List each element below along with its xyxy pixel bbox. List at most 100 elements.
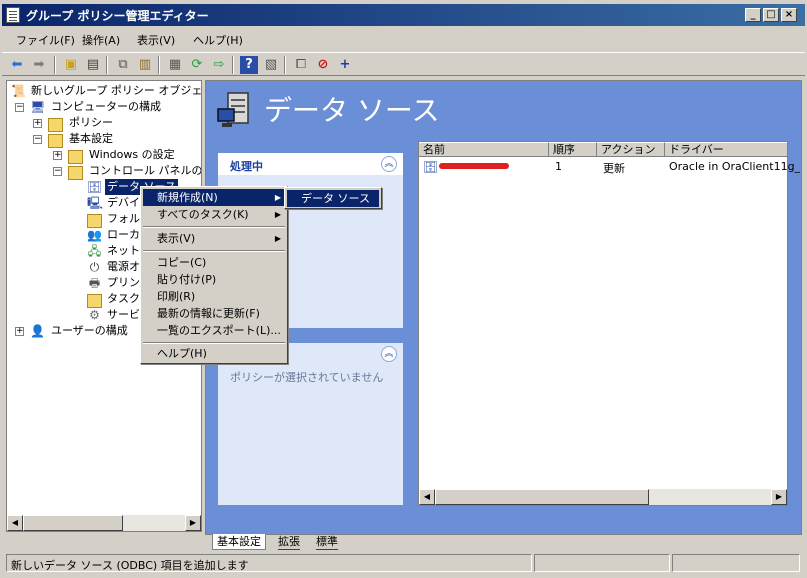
scroll-thumb[interactable] [435,489,649,505]
menu-separator [143,342,285,344]
minimize-button[interactable]: _ [745,8,761,22]
menu-item-label: 表示(V) [157,232,196,245]
forward-arrow-icon[interactable]: ➡ [30,56,48,74]
tree-node-label: ポリシー [69,116,113,129]
row-action: 更新 [603,162,625,175]
tree-node-label: Windows の設定 [89,148,175,161]
menu-item-help[interactable]: ヘルプ(H) [143,345,285,362]
menu-item-copy[interactable]: コピー(C) [143,254,285,271]
collapse-up-icon[interactable]: ︽ [381,156,397,172]
scroll-right-icon[interactable]: ▶ [185,515,201,531]
back-arrow-icon[interactable]: ⬅ [8,56,26,74]
column-driver[interactable]: ドライバー [665,142,787,157]
paste-icon[interactable]: ▥ [136,56,154,74]
tab-standard[interactable]: 標準 [316,534,338,550]
processing-panel-header[interactable]: 処理中 ︽ [218,153,403,175]
data-source-icon: 🗄 [87,180,103,194]
menu-item-label: 新規作成(N) [157,191,218,204]
gpo-editor-app-icon [6,7,20,23]
menu-help[interactable]: ヘルプ(H) [193,32,243,48]
new-item-icon[interactable]: ⧠ [292,56,310,74]
tree-node-label: 基本設定 [69,132,113,145]
printer-icon: 🖶 [88,276,101,290]
status-text-panel: 新しいデータ ソース (ODBC) 項目を追加します [6,554,532,572]
folder-icon [48,134,63,148]
toolbar-separator [284,56,286,74]
tree-horizontal-scrollbar[interactable]: ◀ ▶ [7,515,201,531]
tree-node-label: ローカ [107,228,140,241]
menu-file[interactable]: ファイル(F) [16,32,75,48]
folder-icon [68,150,83,164]
column-order[interactable]: 順序 [549,142,597,157]
collapse-icon[interactable]: − [33,135,42,144]
context-menu: 新規作成(N) ▶ すべてのタスク(K) ▶ 表示(V) ▶ コピー(C) 貼り… [140,186,288,364]
close-button[interactable]: × [781,8,797,22]
expand-icon[interactable]: + [15,327,24,336]
task-icon [87,294,102,308]
menu-item-new[interactable]: 新規作成(N) ▶ [143,189,285,206]
description-panel: ︽ ポリシーが選択されていません [218,343,403,505]
column-name[interactable]: 名前 [419,142,549,157]
stop-icon[interactable]: ⊘ [314,56,332,74]
menu-item-paste[interactable]: 貼り付け(P) [143,271,285,288]
scroll-icon: 📜 [11,84,26,98]
title-bar[interactable]: グループ ポリシー管理エディター _ □ × [2,4,805,26]
tab-preferences[interactable]: 基本設定 [212,534,266,550]
submenu-arrow-icon: ▶ [274,193,281,202]
tree-node-label: コントロール パネルの設 [89,164,202,177]
show-hide-tree-icon[interactable]: ▤ [84,56,102,74]
scroll-left-icon[interactable]: ◀ [7,515,23,531]
properties-icon[interactable]: ▧ [262,56,280,74]
up-folder-icon[interactable]: ▣ [62,56,80,74]
menu-view[interactable]: 表示(V) [137,32,175,48]
processing-panel-title: 処理中 [230,160,263,173]
description-text: ポリシーが選択されていません [230,371,384,384]
list-horizontal-scrollbar[interactable]: ◀ ▶ [419,489,787,505]
collapse-icon[interactable]: − [53,167,62,176]
refresh-icon[interactable]: ⟳ [188,56,206,74]
copy-icon[interactable]: ⧉ [114,56,132,74]
column-action[interactable]: アクション [597,142,665,157]
gear-icon: ⚙ [89,308,100,322]
expand-icon[interactable]: + [53,151,62,160]
menu-action[interactable]: 操作(A) [82,32,120,48]
collapse-icon[interactable]: − [15,103,24,112]
tree-node-label: デバイ [107,196,140,209]
add-icon[interactable]: + [336,56,354,74]
submenu-item-data-source[interactable]: データ ソース [287,190,379,207]
new-submenu: データ ソース [284,187,382,209]
toolbar-separator [54,56,56,74]
tab-extended[interactable]: 拡張 [278,534,300,550]
computer-icon: 🖥 [30,100,46,114]
details-pane: データ ソース 処理中 ︽ ︽ ポリシーが選択されていません 名前 順序 アクシ… [205,80,802,535]
menu-item-print[interactable]: 印刷(R) [143,288,285,305]
tree-node-label: コンピューターの構成 [51,100,161,113]
expand-icon[interactable]: + [33,119,42,128]
tree-node-label: ユーザーの構成 [51,324,128,337]
scroll-thumb[interactable] [23,515,123,531]
tree-node-label: タスク [107,292,140,305]
menu-item-all-tasks[interactable]: すべてのタスク(K) ▶ [143,206,285,223]
scroll-left-icon[interactable]: ◀ [419,489,435,505]
collapse-up-icon[interactable]: ︽ [381,346,397,362]
menu-item-refresh[interactable]: 最新の情報に更新(F) [143,305,285,322]
menu-item-view[interactable]: 表示(V) ▶ [143,230,285,247]
menu-bar: ファイル(F) 操作(A) 表示(V) ヘルプ(H) [2,28,805,50]
control-panel-folder-icon [68,166,83,180]
users-icon: 👥 [87,228,102,242]
devices-icon: 🖳 [87,196,104,210]
items-list[interactable]: 名前 順序 アクション ドライバー 🗄 1 更新 Oracle in OraCl… [418,141,800,506]
toolbar-separator [158,56,160,74]
menu-separator [143,226,285,228]
maximize-button[interactable]: □ [763,8,779,22]
scroll-right-icon[interactable]: ▶ [771,489,787,505]
network-icon: 🖧 [87,244,102,258]
row-driver: Oracle in OraClient11g_ [669,160,801,173]
gpo-editor-window: グループ ポリシー管理エディター _ □ × ファイル(F) 操作(A) 表示(… [0,0,807,578]
print-icon[interactable]: ▦ [166,56,184,74]
status-text: 新しいデータ ソース (ODBC) 項目を追加します [11,559,249,572]
menu-item-export-list[interactable]: 一覧のエクスポート(L)... [143,322,285,339]
folder-icon [48,118,63,132]
help-icon[interactable]: ? [240,56,258,74]
export-icon[interactable]: ⇨ [210,56,228,74]
